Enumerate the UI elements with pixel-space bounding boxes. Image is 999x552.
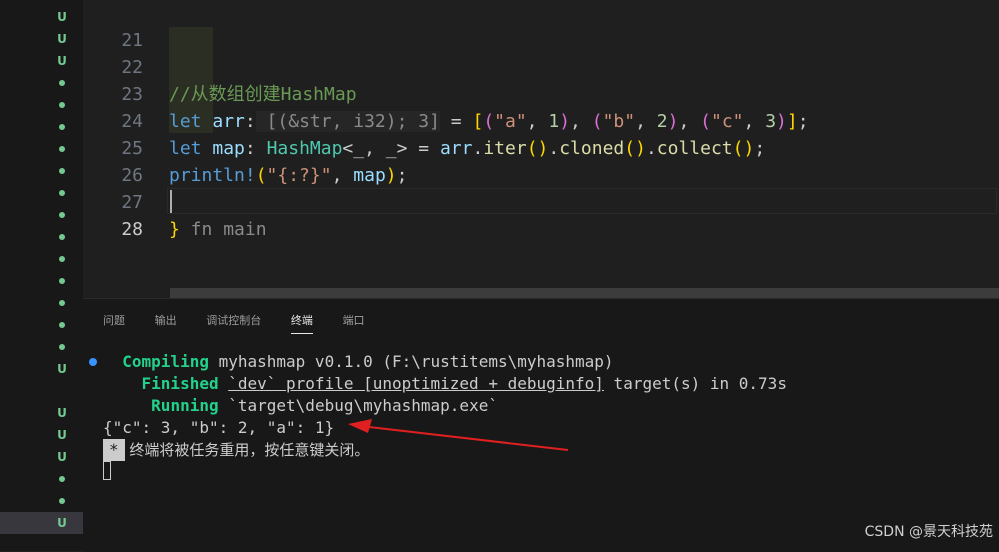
term-line-reuse: * 终端将被任务重用，按任意键关闭。: [103, 439, 369, 461]
scm-modified-dot-icon: [55, 314, 69, 336]
code-line-27[interactable]: 27 } fn main: [83, 162, 999, 240]
code-line-26[interactable]: 26: [83, 135, 999, 186]
tab-terminal[interactable]: 终端: [290, 311, 313, 334]
tab-debug-console[interactable]: 调试控制台: [206, 311, 261, 331]
code-line-24[interactable]: 24 let map: HashMap<_, _> = arr.iter().c…: [83, 81, 999, 159]
scm-modified-dot-icon: [55, 72, 69, 94]
scm-status-gutter: UUUUUUUU: [0, 0, 83, 551]
scm-untracked-marker: U: [57, 428, 67, 442]
horizontal-scrollbar[interactable]: [170, 288, 999, 298]
scm-modified-dot-icon: [55, 336, 69, 358]
scm-active-row: [0, 512, 83, 534]
scm-modified-dot-icon: [55, 116, 69, 138]
scm-modified-dot-icon: [55, 182, 69, 204]
code-line-28[interactable]: 28: [83, 189, 999, 240]
code-line-25[interactable]: 25 println!("{:?}", map);: [83, 108, 999, 186]
scm-modified-dot-icon: [55, 94, 69, 116]
text-cursor: [170, 190, 172, 213]
terminal-output[interactable]: Compiling myhashmap v0.1.0 (F:\rustitems…: [103, 351, 787, 461]
code-line-21[interactable]: 21: [83, 0, 999, 51]
bottom-panel: 问题 输出 调试控制台 终端 端口 Compiling myhashmap v0…: [83, 298, 999, 552]
scm-modified-dot-icon: [55, 138, 69, 160]
tab-ports[interactable]: 端口: [343, 311, 365, 331]
scm-modified-dot-icon: [55, 490, 69, 512]
scm-empty-marker: [55, 380, 69, 402]
scm-modified-dot-icon: [55, 226, 69, 248]
term-line-compiling: Compiling myhashmap v0.1.0 (F:\rustitems…: [122, 352, 614, 371]
line-number: 28: [121, 219, 143, 240]
scm-untracked-marker: U: [57, 450, 67, 464]
scm-untracked-marker: U: [57, 10, 67, 24]
scm-modified-dot-icon: [55, 468, 69, 490]
term-line-running: Running `target\debug\myhashmap.exe`: [151, 396, 498, 415]
watermark: CSDN @景天科技苑: [864, 524, 993, 540]
scm-modified-dot-icon: [55, 204, 69, 226]
code-line-22[interactable]: 22 //从数组创建HashMap: [83, 27, 999, 105]
scm-untracked-marker: U: [57, 32, 67, 46]
scm-modified-dot-icon: [55, 270, 69, 292]
terminal-cursor: [103, 461, 111, 480]
scm-modified-dot-icon: [55, 248, 69, 270]
term-line-finished: Finished `dev` profile [unoptimized + de…: [141, 374, 787, 393]
panel-tabs: 问题 输出 调试控制台 终端 端口: [103, 309, 385, 334]
tab-output[interactable]: 输出: [155, 311, 177, 331]
scm-untracked-marker: U: [57, 516, 67, 530]
scm-modified-dot-icon: [55, 160, 69, 182]
tab-problems[interactable]: 问题: [103, 311, 125, 331]
scm-untracked-marker: U: [57, 406, 67, 420]
scm-modified-dot-icon: [55, 292, 69, 314]
closing-brace: }: [169, 219, 180, 240]
scope-hint: fn main: [179, 219, 267, 240]
command-status-dot-icon[interactable]: [89, 358, 97, 366]
code-line-23[interactable]: 23 let arr: [(&str, i32); 3] = [("a", 1)…: [83, 54, 999, 132]
task-star-badge: *: [103, 439, 125, 461]
code-editor[interactable]: 21 22 //从数组创建HashMap 23 let arr: [(&str,…: [83, 0, 999, 298]
term-line-program-output: {"c": 3, "b": 2, "a": 1}: [103, 418, 335, 437]
scm-untracked-marker: U: [57, 54, 67, 68]
scm-untracked-marker: U: [57, 362, 67, 376]
